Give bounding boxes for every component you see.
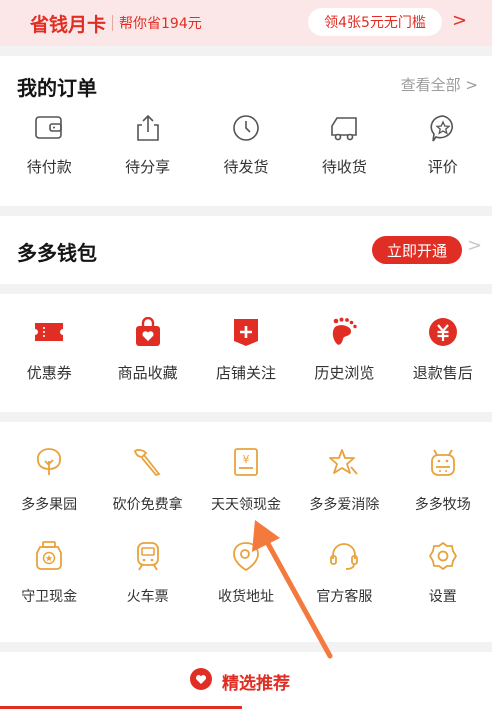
order-status-row: 待付款 待分享 待发货 待收货 评价 [0,112,492,177]
wallet-chevron-right-icon[interactable]: > [467,235,482,256]
order-status-label: 待发货 [223,158,269,176]
location-icon [230,540,262,572]
order-status-pending-share[interactable]: 待分享 [98,112,196,177]
order-status-label: 评价 [427,158,458,176]
services-row: 优惠券 商品收藏 店铺关注 历史浏览 退款售后 [0,316,492,383]
personal-center-page: 省钱月卡 帮你省194元 领4张5元无门槛 > 我的订单 查看全部 > 待付款 … [0,0,492,709]
activate-wallet-button[interactable]: 立即开通 [372,236,462,264]
service-coupons[interactable]: 优惠券 [0,316,98,383]
axe-icon [132,446,164,478]
tools-row-1: 多多果园 砍价免费拿 ¥ 天天领现金 多多爱消除 多多牧场 [0,446,492,514]
cow-icon [427,446,459,478]
svg-text:¥: ¥ [242,453,249,466]
service-label: 优惠券 [26,364,72,382]
badge-icon [33,540,65,572]
tool-label: 多多果园 [21,497,78,513]
order-status-pending-payment[interactable]: 待付款 [0,112,98,177]
service-label: 退款售后 [412,364,473,382]
red-envelope-icon: ¥ [230,446,262,478]
tool-label: 收货地址 [217,589,274,605]
wallet-icon [33,112,65,144]
tool-label: 守卫现金 [21,589,78,605]
recommend-label: 精选推荐 [222,673,290,694]
share-icon [132,112,164,144]
wallet-card[interactable]: 多多钱包 立即开通 > [0,216,492,284]
tool-guard-cash[interactable]: 守卫现金 [0,540,98,606]
clock-icon [230,112,262,144]
tool-bargain[interactable]: 砍价免费拿 [98,446,196,514]
heart-circle-icon [190,668,212,694]
order-status-label: 待分享 [125,158,171,176]
tools-row-2: 守卫现金 火车票 收货地址 官方客服 设置 [0,540,492,606]
order-status-review[interactable]: 评价 [394,112,492,177]
tool-shipping-address[interactable]: 收货地址 [197,540,295,606]
tool-label: 天天领现金 [210,497,281,513]
store-plus-icon [230,316,262,348]
service-favorites[interactable]: 商品收藏 [98,316,196,383]
order-status-pending-receipt[interactable]: 待收货 [295,112,393,177]
my-orders-card: 我的订单 查看全部 > 待付款 待分享 待发货 待收货 评价 [0,56,492,206]
tool-label: 多多牧场 [414,497,471,513]
tool-orchard[interactable]: 多多果园 [0,446,98,514]
tool-settings[interactable]: 设置 [394,540,492,606]
service-label: 历史浏览 [314,364,375,382]
orders-title: 我的订单 [17,76,97,100]
monthly-card-banner[interactable]: 省钱月卡 帮你省194元 领4张5元无门槛 > [0,0,492,46]
yuan-icon [427,316,459,348]
order-status-label: 待付款 [26,158,72,176]
tool-ranch[interactable]: 多多牧场 [394,446,492,514]
wallet-title: 多多钱包 [17,241,97,265]
service-browse-history[interactable]: 历史浏览 [295,316,393,383]
order-status-pending-shipment[interactable]: 待发货 [197,112,295,177]
tool-label: 火车票 [126,589,169,605]
truck-icon [328,112,360,144]
tool-match-game[interactable]: 多多爱消除 [295,446,393,514]
order-status-label: 待收货 [321,158,367,176]
tool-label: 设置 [428,589,457,605]
services-card: 优惠券 商品收藏 店铺关注 历史浏览 退款售后 [0,294,492,412]
tools-card: 多多果园 砍价免费拿 ¥ 天天领现金 多多爱消除 多多牧场 守卫现金 火车票 收… [0,422,492,642]
tree-icon [33,446,65,478]
tool-train-tickets[interactable]: 火车票 [98,540,196,606]
train-icon [132,540,164,572]
coupon-claim-button[interactable]: 领4张5元无门槛 [308,8,442,36]
gear-icon [427,540,459,572]
tool-customer-service[interactable]: 官方客服 [295,540,393,606]
service-refund[interactable]: 退款售后 [394,316,492,383]
view-all-orders-link[interactable]: 查看全部 > [401,74,478,95]
monthly-card-title: 省钱月卡 [30,13,107,36]
banner-chevron-right-icon[interactable]: > [452,10,467,31]
star-burst-icon [328,446,360,478]
recommend-heading: 精选推荐 [190,668,290,694]
service-label: 商品收藏 [117,364,178,382]
tool-label: 官方客服 [316,589,373,605]
tool-label: 多多爱消除 [309,497,380,513]
banner-divider [112,15,114,31]
ticket-icon [33,316,65,348]
tool-label: 砍价免费拿 [112,497,183,513]
star-bubble-icon [427,112,459,144]
heart-bag-icon [132,316,164,348]
monthly-card-savings: 帮你省194元 [119,16,202,32]
tool-daily-cash[interactable]: ¥ 天天领现金 [197,446,295,514]
service-label: 店铺关注 [215,364,276,382]
headset-icon [328,540,360,572]
recommend-section[interactable]: 精选推荐 [0,652,492,709]
footprint-icon [328,316,360,348]
service-followed-stores[interactable]: 店铺关注 [197,316,295,383]
